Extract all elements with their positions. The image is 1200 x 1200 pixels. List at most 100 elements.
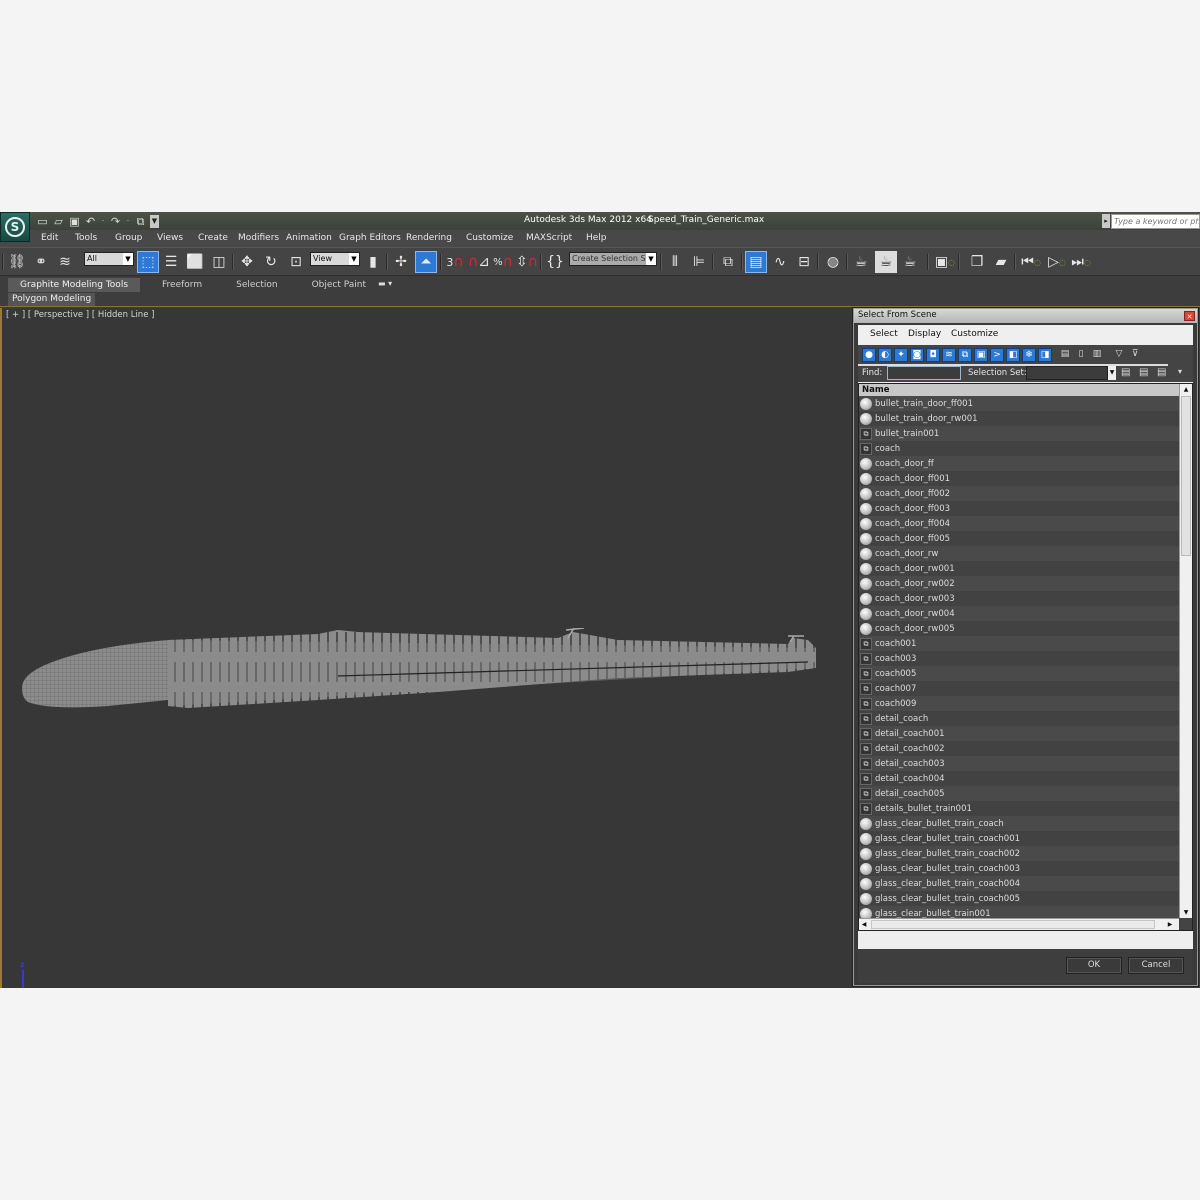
select-none-icon[interactable]: ▤ <box>1139 367 1148 378</box>
undo-icon[interactable]: ↶ <box>84 215 97 228</box>
rectangular-selection-region-icon[interactable]: ⬜ <box>184 251 206 273</box>
column-header-name[interactable]: Name <box>859 384 1179 396</box>
scroll-right-icon[interactable]: ▶ <box>1165 919 1175 930</box>
list-item[interactable]: glass_clear_bullet_train_coach001 <box>859 831 1179 846</box>
dialog-title-bar[interactable]: Select From Scene ✕ <box>854 309 1197 323</box>
menu-maxscript[interactable]: MAXScript <box>526 233 572 243</box>
angle-snap-icon[interactable]: ∩ ⊿ <box>468 251 490 273</box>
display-groups-icon[interactable]: ⧉ <box>958 348 972 362</box>
list-item[interactable]: coach_door_ff <box>859 456 1179 471</box>
list-item[interactable]: ⧉ detail_coach005 <box>859 786 1179 801</box>
display-bones-icon[interactable]: > <box>990 348 1004 362</box>
select-and-scale-icon[interactable]: ⊡ <box>285 251 307 273</box>
container-icon[interactable]: ❒ <box>966 251 988 273</box>
list-item[interactable]: coach_door_rw005 <box>859 621 1179 636</box>
material-editor-icon[interactable]: ◍ <box>822 251 844 273</box>
display-all-icon[interactable]: ▤ <box>1058 348 1072 362</box>
filter-options-icon[interactable]: ⊽ <box>1128 348 1142 362</box>
cancel-button[interactable]: Cancel <box>1128 957 1184 974</box>
display-lights-icon[interactable]: ✦ <box>894 348 908 362</box>
list-item[interactable]: coach_door_ff004 <box>859 516 1179 531</box>
layer-manager-icon[interactable]: ⧉ <box>717 251 739 273</box>
dialog-menu-select[interactable]: Select <box>870 329 898 339</box>
unlink-selection-icon[interactable]: ⚭ <box>30 251 52 273</box>
select-and-move-icon[interactable]: ✥ <box>236 251 258 273</box>
align-icon[interactable]: ⊫ <box>688 251 710 273</box>
next-key-icon[interactable]: ⏭ ◌ <box>1070 251 1092 273</box>
display-cameras-icon[interactable]: ◙ <box>910 348 924 362</box>
display-none-icon[interactable]: ▯ <box>1074 348 1088 362</box>
tab-graphite-modeling-tools[interactable]: Graphite Modeling Tools <box>8 278 141 292</box>
curve-editor-icon[interactable]: ∿ <box>769 251 791 273</box>
list-item[interactable]: ⧉ bullet_train001 <box>859 426 1179 441</box>
render-production-icon[interactable]: ☕ <box>899 251 921 273</box>
save-icon[interactable]: ▣ <box>68 215 81 228</box>
menu-tools[interactable]: Tools <box>75 233 97 243</box>
list-item[interactable]: ⧉ coach007 <box>859 681 1179 696</box>
rendered-frame-window-icon[interactable]: ☕ <box>875 251 897 273</box>
menu-views[interactable]: Views <box>157 233 183 243</box>
viewport-label[interactable]: [ + ] [ Perspective ] [ Hidden Line ] <box>6 310 154 320</box>
display-frozen-icon[interactable]: ❄ <box>1022 348 1036 362</box>
list-item[interactable]: glass_clear_bullet_train_coach004 <box>859 876 1179 891</box>
redo-dropdown-icon[interactable]: · <box>125 215 131 228</box>
list-item[interactable]: coach_door_ff003 <box>859 501 1179 516</box>
keyboard-shortcut-override-icon[interactable]: ⏶ <box>415 251 437 273</box>
menu-group[interactable]: Group <box>115 233 142 243</box>
scroll-up-icon[interactable]: ▲ <box>1180 384 1192 395</box>
list-item[interactable]: coach_door_rw <box>859 546 1179 561</box>
list-item[interactable]: ⧉ coach <box>859 441 1179 456</box>
select-invert-icon[interactable]: ▤ <box>1157 367 1166 378</box>
display-space-warps-icon[interactable]: ≋ <box>942 348 956 362</box>
list-item[interactable]: coach_door_ff001 <box>859 471 1179 486</box>
schematic-view-icon[interactable]: ⊟ <box>793 251 815 273</box>
project-folder-icon[interactable]: ⧉ <box>134 215 147 228</box>
menu-animation[interactable]: Animation <box>286 233 332 243</box>
select-and-rotate-icon[interactable]: ↻ <box>260 251 282 273</box>
scroll-down-icon[interactable]: ▼ <box>1180 907 1192 918</box>
list-item[interactable]: coach_door_rw004 <box>859 606 1179 621</box>
list-item[interactable]: coach_door_rw002 <box>859 576 1179 591</box>
spinner-snap-icon[interactable]: ⇳ ∩ <box>516 251 538 273</box>
open-file-icon[interactable]: ▱ <box>52 215 65 228</box>
list-item[interactable]: glass_clear_bullet_train_coach003 <box>859 861 1179 876</box>
dialog-menu-display[interactable]: Display <box>908 329 941 339</box>
filter-icon[interactable]: ▽ <box>1112 348 1126 362</box>
select-all-icon[interactable]: ▤ <box>1121 367 1130 378</box>
list-item[interactable]: ⧉ detail_coach <box>859 711 1179 726</box>
select-object-icon[interactable]: ⬚ <box>137 251 159 273</box>
search-expand-icon[interactable]: ▸ <box>1102 214 1110 228</box>
list-item[interactable]: ⧉ coach001 <box>859 636 1179 651</box>
percent-snap-icon[interactable]: % ∩ <box>492 251 514 273</box>
render-setup-icon[interactable]: ☕ <box>850 251 872 273</box>
menu-modifiers[interactable]: Modifiers <box>238 233 279 243</box>
vertical-scrollbar[interactable]: ▲ ▼ <box>1179 384 1192 918</box>
display-hidden-icon[interactable]: ◨ <box>1038 348 1052 362</box>
selection-set-dropdown[interactable] <box>1026 366 1108 380</box>
reference-coordinate-dropdown[interactable]: View ▼ <box>310 252 360 266</box>
snaps-toggle-icon[interactable]: 3 ∩ <box>444 251 466 273</box>
menu-customize[interactable]: Customize <box>466 233 513 243</box>
list-item[interactable]: coach_door_ff005 <box>859 531 1179 546</box>
find-input[interactable] <box>887 366 961 380</box>
list-item[interactable]: ⧉ detail_coach002 <box>859 741 1179 756</box>
list-item[interactable]: ⧉ detail_coach003 <box>859 756 1179 771</box>
menu-create[interactable]: Create <box>198 233 228 243</box>
horizontal-scrollbar[interactable]: ◀ ▶ <box>859 918 1179 930</box>
undo-dropdown-icon[interactable]: · <box>100 215 106 228</box>
list-item[interactable]: bullet_train_door_rw001 <box>859 411 1179 426</box>
display-invert-icon[interactable]: ▥ <box>1090 348 1104 362</box>
bind-to-space-warp-icon[interactable]: ≋ <box>54 251 76 273</box>
list-item[interactable]: ⧉ coach005 <box>859 666 1179 681</box>
qat-customize-dropdown-icon[interactable]: ▼ <box>150 214 159 228</box>
display-geometry-icon[interactable]: ● <box>862 348 876 362</box>
list-item[interactable]: glass_clear_bullet_train_coach <box>859 816 1179 831</box>
vertical-scroll-thumb[interactable] <box>1181 396 1191 556</box>
edit-named-selection-icon[interactable]: {} <box>544 251 566 273</box>
ribbon-options-icon[interactable]: ▬ ▾ <box>378 279 392 288</box>
list-item[interactable]: glass_clear_bullet_train_coach002 <box>859 846 1179 861</box>
display-helpers-icon[interactable]: ◘ <box>926 348 940 362</box>
list-item[interactable]: ⧉ coach009 <box>859 696 1179 711</box>
select-and-link-icon[interactable]: ⛓ <box>6 251 28 273</box>
new-file-icon[interactable]: ▭ <box>36 215 49 228</box>
